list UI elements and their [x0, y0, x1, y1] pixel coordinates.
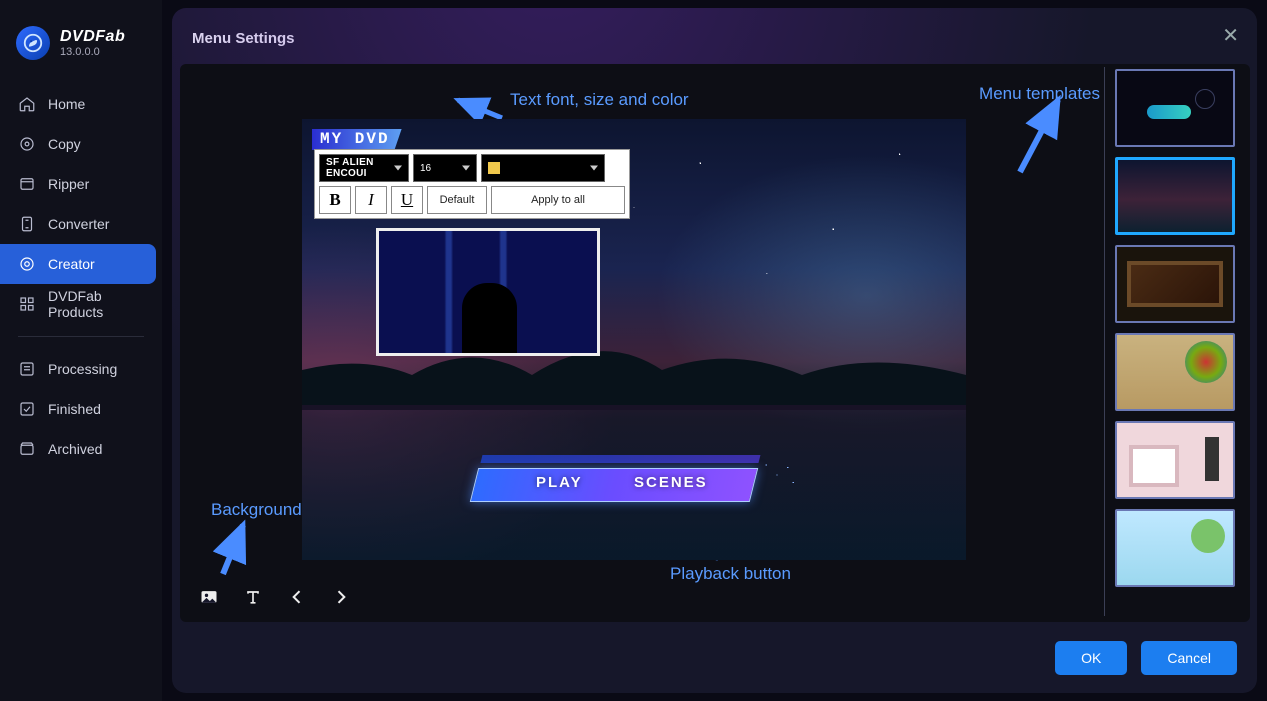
sidebar-item-label: Home: [48, 96, 85, 112]
next-page-button[interactable]: [330, 586, 352, 608]
brand-logo-icon: [16, 26, 50, 60]
brand-name: DVDFab: [60, 28, 125, 46]
templates-strip: [1104, 67, 1244, 616]
archived-icon: [18, 440, 36, 458]
app-sidebar: DVDFab 13.0.0.0 Home Copy Ripper Convert…: [0, 0, 162, 701]
menu-settings-dialog: Menu Settings ✕ Text font, size and colo…: [172, 8, 1257, 693]
sidebar-item-label: Finished: [48, 401, 101, 417]
annotation-text-style: Text font, size and color: [510, 90, 689, 110]
nav-separator: [18, 336, 144, 337]
dialog-title: Menu Settings: [192, 30, 1237, 47]
products-icon: [18, 295, 36, 313]
sidebar-item-products[interactable]: DVDFab Products: [0, 284, 162, 324]
scenes-button[interactable]: SCENES: [634, 474, 708, 491]
brand: DVDFab 13.0.0.0: [0, 18, 162, 78]
sidebar-item-home[interactable]: Home: [0, 84, 162, 124]
play-button[interactable]: PLAY: [536, 474, 583, 491]
menu-preview-canvas[interactable]: MY DVD SF ALIEN ENCOUI 16 B I U Default …: [302, 119, 966, 560]
video-thumbnail[interactable]: [376, 228, 600, 356]
color-swatch-icon: [488, 162, 500, 174]
sidebar-item-label: Archived: [48, 441, 102, 457]
template-thumb-3[interactable]: [1115, 245, 1235, 323]
prev-page-button[interactable]: [286, 586, 308, 608]
font-family-select[interactable]: SF ALIEN ENCOUI: [319, 154, 409, 182]
bottom-toolbar: [198, 586, 352, 608]
ok-button[interactable]: OK: [1055, 641, 1127, 675]
annotation-menu-templates: Menu templates: [979, 84, 1100, 104]
template-thumb-2[interactable]: [1115, 157, 1235, 235]
template-thumb-5[interactable]: [1115, 421, 1235, 499]
cancel-button[interactable]: Cancel: [1141, 641, 1237, 675]
default-button[interactable]: Default: [427, 186, 487, 214]
menu-title-text[interactable]: MY DVD: [312, 129, 402, 150]
processing-icon: [18, 360, 36, 378]
annotation-playback: Playback button: [670, 564, 791, 584]
sidebar-item-label: Creator: [48, 256, 95, 272]
sidebar-item-copy[interactable]: Copy: [0, 124, 162, 164]
finished-icon: [18, 400, 36, 418]
brand-version: 13.0.0.0: [60, 46, 125, 58]
creator-icon: [18, 255, 36, 273]
sidebar-item-ripper[interactable]: Ripper: [0, 164, 162, 204]
sidebar-item-label: Converter: [48, 216, 109, 232]
sidebar-item-archived[interactable]: Archived: [0, 429, 162, 469]
playback-buttons: PLAY SCENES: [464, 450, 804, 522]
sidebar-item-processing[interactable]: Processing: [0, 349, 162, 389]
text-toolbar: SF ALIEN ENCOUI 16 B I U Default Apply t…: [314, 149, 630, 219]
close-icon[interactable]: ✕: [1222, 26, 1239, 46]
dialog-footer: OK Cancel: [1055, 641, 1237, 675]
copy-icon: [18, 135, 36, 153]
home-icon: [18, 95, 36, 113]
caret-down-icon: [590, 166, 598, 171]
ripper-icon: [18, 175, 36, 193]
playback-bar: [470, 468, 758, 502]
text-tool-button[interactable]: [242, 586, 264, 608]
workarea: Text font, size and color Menu templates…: [180, 64, 1250, 622]
font-family-value: SF ALIEN ENCOUI: [326, 157, 402, 179]
sidebar-item-creator[interactable]: Creator: [0, 244, 156, 284]
sidebar-item-label: Processing: [48, 361, 117, 377]
thumbnail-silhouette: [462, 283, 517, 353]
arrow-icon: [1010, 92, 1070, 177]
template-thumb-1[interactable]: [1115, 69, 1235, 147]
image-tool-button[interactable]: [198, 586, 220, 608]
underline-button[interactable]: U: [391, 186, 423, 214]
converter-icon: [18, 215, 36, 233]
sidebar-item-label: Copy: [48, 136, 81, 152]
caret-down-icon: [462, 166, 470, 171]
sidebar-item-converter[interactable]: Converter: [0, 204, 162, 244]
caret-down-icon: [394, 166, 402, 171]
apply-to-all-button[interactable]: Apply to all: [491, 186, 625, 214]
nav-main: Home Copy Ripper Converter Creator DVDFa…: [0, 84, 162, 469]
sidebar-item-label: Ripper: [48, 176, 89, 192]
font-color-select[interactable]: [481, 154, 605, 182]
sidebar-item-finished[interactable]: Finished: [0, 389, 162, 429]
bold-button[interactable]: B: [319, 186, 351, 214]
template-thumb-4[interactable]: [1115, 333, 1235, 411]
font-size-select[interactable]: 16: [413, 154, 477, 182]
sidebar-item-label: DVDFab Products: [48, 288, 144, 320]
template-thumb-6[interactable]: [1115, 509, 1235, 587]
italic-button[interactable]: I: [355, 186, 387, 214]
font-size-value: 16: [420, 163, 431, 174]
arrow-icon: [213, 519, 253, 579]
